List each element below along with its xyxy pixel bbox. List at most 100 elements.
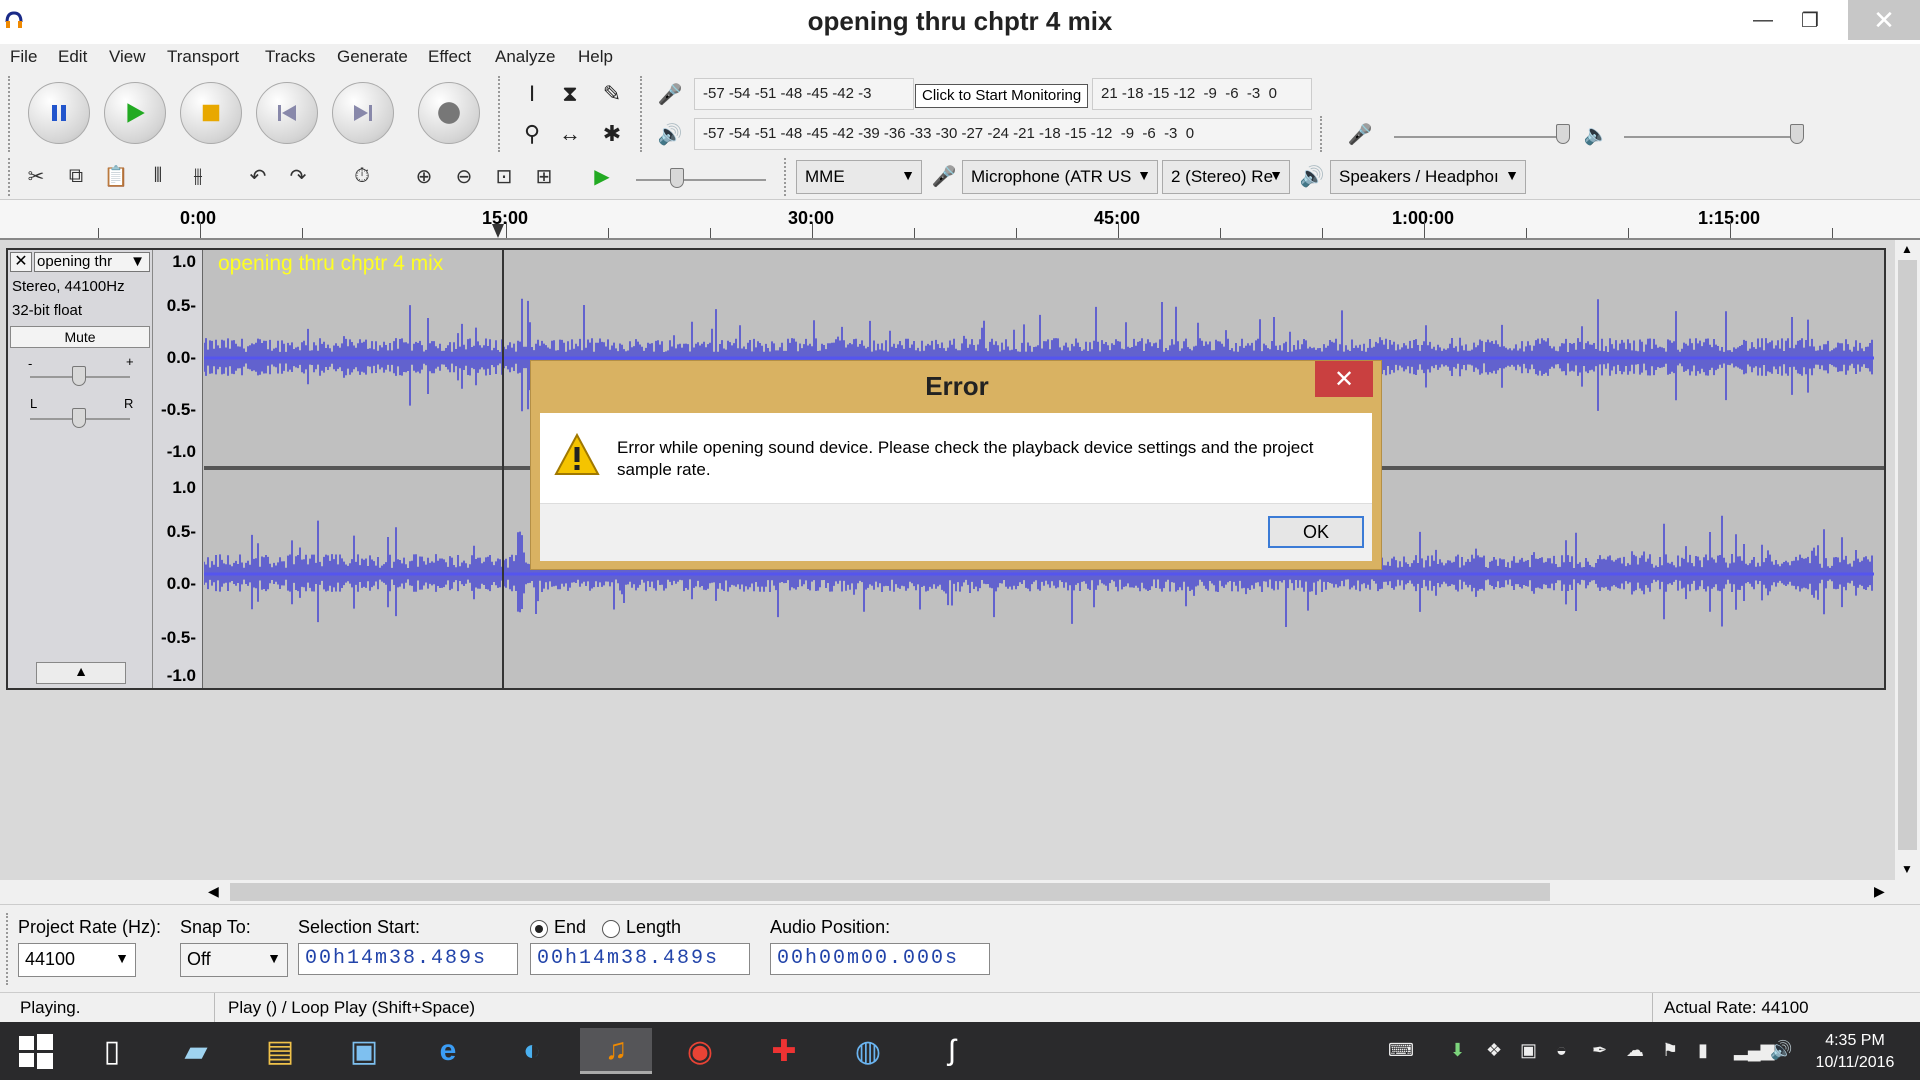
input-volume-slider[interactable]	[1556, 124, 1570, 144]
dropbox-icon[interactable]: ❖	[1486, 1040, 1502, 1061]
toolbar-grip[interactable]	[6, 913, 12, 985]
track-control-panel[interactable]: ✕ opening thr ▼ Stereo, 44100Hz 32-bit fl…	[8, 250, 153, 688]
envelope-tool-icon[interactable]: ⧗	[554, 78, 586, 110]
internet-explorer-icon[interactable]: e	[412, 1028, 484, 1074]
track-menu-button[interactable]: opening thr ▼	[34, 252, 150, 272]
toolbar-grip[interactable]	[1320, 116, 1326, 152]
document-icon[interactable]: ▯	[76, 1028, 148, 1074]
play-head-marker-icon[interactable]	[492, 224, 504, 240]
keyboard-icon[interactable]: ⌨	[1388, 1040, 1414, 1061]
menu-generate[interactable]: Generate	[337, 47, 408, 67]
pause-button[interactable]	[28, 82, 90, 144]
scroll-left-icon[interactable]: ◀	[208, 883, 219, 900]
track-close-button[interactable]: ✕	[10, 252, 32, 272]
menu-file[interactable]: File	[10, 47, 37, 67]
maximize-button[interactable]: ❐	[1782, 0, 1838, 40]
horizontal-scrollbar[interactable]: ◀ ▶	[200, 880, 1895, 904]
download-icon[interactable]: ⬇	[1450, 1040, 1465, 1061]
flag-icon[interactable]: ⚑	[1662, 1040, 1678, 1061]
redo-icon[interactable]: ↷	[282, 160, 314, 192]
audacity-taskbar-icon[interactable]: ♫	[580, 1028, 652, 1074]
multi-tool-icon[interactable]: ✱	[596, 118, 628, 150]
ok-button[interactable]: OK	[1268, 516, 1364, 548]
sync-lock-icon[interactable]: ⏱	[346, 160, 378, 192]
menu-view[interactable]: View	[109, 47, 146, 67]
record-button[interactable]	[418, 82, 480, 144]
fit-selection-icon[interactable]: ⊡	[488, 160, 520, 192]
toolbar-grip[interactable]	[784, 158, 790, 196]
display-icon[interactable]: ▣	[1520, 1040, 1537, 1061]
notepad-icon[interactable]: ▰	[160, 1028, 232, 1074]
control-panel-icon[interactable]: ▣	[328, 1028, 400, 1074]
scroll-right-icon[interactable]: ▶	[1874, 883, 1885, 900]
toolbar-grip[interactable]	[498, 76, 504, 152]
volume-icon[interactable]: 🔊	[1770, 1040, 1792, 1061]
playback-meter-scale[interactable]: -57 -54 -51 -48 -45 -42 -39 -36 -33 -30 …	[694, 118, 1312, 150]
paste-icon[interactable]: 📋	[100, 160, 132, 192]
fit-project-icon[interactable]: ⊞	[528, 160, 560, 192]
length-radio[interactable]	[602, 920, 620, 938]
cut-icon[interactable]: ✂	[20, 160, 52, 192]
dialog-close-button[interactable]: ✕	[1315, 361, 1373, 397]
selection-start-time[interactable]: 00h14m38.489s	[298, 943, 518, 975]
pan-slider[interactable]	[72, 408, 86, 428]
time-shift-tool-icon[interactable]: ↔	[554, 118, 586, 150]
recording-channels-dropdown[interactable]: 2 (Stereo) Re ▼	[1162, 160, 1290, 194]
play-speed-slider[interactable]	[670, 168, 684, 188]
cloud-icon[interactable]: ☁	[1626, 1040, 1644, 1061]
record-meter-microphone-icon[interactable]: 🎤	[654, 78, 686, 110]
gain-slider[interactable]	[72, 366, 86, 386]
audio-position-time[interactable]: 00h00m00.000s	[770, 943, 990, 975]
scroll-down-icon[interactable]: ▼	[1901, 862, 1913, 876]
error-dialog[interactable]: Error ✕ Error while opening sound device…	[530, 360, 1382, 570]
vertical-scrollbar[interactable]: ▲ ▼	[1895, 240, 1920, 880]
audio-host-dropdown[interactable]: MME ▼	[796, 160, 922, 194]
menu-analyze[interactable]: Analyze	[495, 47, 555, 67]
silence-audio-icon[interactable]: ⫵	[182, 160, 214, 192]
vertical-scroll-thumb[interactable]	[1898, 260, 1917, 850]
skip-to-start-button[interactable]	[256, 82, 318, 144]
system-clock[interactable]: 4:35 PM 10/11/2016	[1800, 1030, 1910, 1074]
selection-end-time[interactable]: 00h14m38.489s	[530, 943, 750, 975]
menu-tracks[interactable]: Tracks	[265, 47, 315, 67]
play-button[interactable]	[104, 82, 166, 144]
project-rate-combo[interactable]: 44100 ▼	[18, 943, 136, 977]
play-at-speed-icon[interactable]: ▶	[586, 160, 618, 192]
network-icon[interactable]: ▂▄▆	[1734, 1040, 1774, 1061]
pen-icon[interactable]: ✒	[1592, 1040, 1607, 1061]
record-meter-scale[interactable]: -57 -54 -51 -48 -45 -42 -3	[694, 78, 914, 110]
start-button[interactable]	[0, 1028, 72, 1074]
zoom-in-icon[interactable]: ⊕	[408, 160, 440, 192]
chrome-icon[interactable]: ◉	[664, 1028, 736, 1074]
snap-to-combo[interactable]: Off ▼	[180, 943, 288, 977]
close-window-button[interactable]: ✕	[1848, 0, 1920, 40]
undo-icon[interactable]: ↶	[242, 160, 274, 192]
zoom-tool-icon[interactable]: ⚲	[516, 118, 548, 150]
battery-icon[interactable]: ▮	[1698, 1040, 1708, 1061]
selection-tool-icon[interactable]: I	[516, 78, 548, 110]
record-meter-scale-tail[interactable]: 21 -18 -15 -12 -9 -6 -3 0	[1092, 78, 1312, 110]
mute-button[interactable]: Mute	[10, 326, 150, 348]
output-volume-slider[interactable]	[1790, 124, 1804, 144]
menu-effect[interactable]: Effect	[428, 47, 471, 67]
playback-device-dropdown[interactable]: Speakers / Headphoı ▼	[1330, 160, 1526, 194]
collapse-track-button[interactable]: ▲	[36, 662, 126, 684]
end-radio[interactable]	[530, 920, 548, 938]
menu-help[interactable]: Help	[578, 47, 613, 67]
scroll-up-icon[interactable]: ▲	[1901, 242, 1913, 256]
skip-to-end-button[interactable]	[332, 82, 394, 144]
playback-meter-speaker-icon[interactable]: 🔊	[654, 118, 686, 150]
horizontal-scroll-thumb[interactable]	[230, 883, 1550, 901]
stop-button[interactable]	[180, 82, 242, 144]
timeline-ruler[interactable]: 0:00 15:00 30:00 45:00 1:00:00 1:15:00	[0, 200, 1920, 240]
thunderbird-icon[interactable]: ◐	[496, 1028, 568, 1074]
zoom-out-icon[interactable]: ⊖	[448, 160, 480, 192]
copy-icon[interactable]: ⧉	[60, 160, 92, 192]
draw-tool-icon[interactable]: ✎	[596, 78, 628, 110]
file-explorer-icon[interactable]: ▤	[244, 1028, 316, 1074]
recording-device-dropdown[interactable]: Microphone (ATR US ▼	[962, 160, 1158, 194]
disk-icon[interactable]: ◒	[1556, 1040, 1567, 1061]
windows-media-icon[interactable]: ◍	[832, 1028, 904, 1074]
trim-audio-icon[interactable]: ⫴	[142, 160, 174, 192]
tools-app-icon[interactable]: ✚	[748, 1028, 820, 1074]
